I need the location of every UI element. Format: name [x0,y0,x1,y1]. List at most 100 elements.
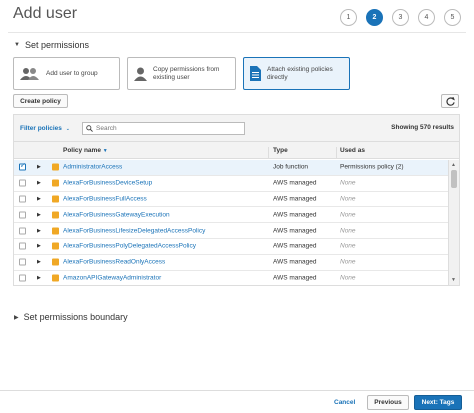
filter-policies-dropdown[interactable]: Filter policies ⌄ [20,125,70,132]
policy-type: AWS managed [273,258,317,266]
refresh-icon [445,96,455,106]
step-indicator: 1 2 3 4 5 [340,9,470,26]
option-attach-policies[interactable]: Attach existing policies directly [243,57,350,90]
policy-type: Job function [273,163,309,171]
option-add-user-to-group-label: Add user to group [46,69,98,77]
policy-icon [52,195,59,203]
policy-icon [52,163,59,171]
table-row[interactable]: ▶ AlexaForBusinessDeviceSetup AWS manage… [14,176,448,192]
previous-button[interactable]: Previous [367,395,409,410]
page-title: Add user [13,5,78,22]
group-icon [20,68,39,80]
policy-icon [52,179,59,187]
table-row[interactable]: ▶ AdministratorAccess Job function Permi… [14,160,448,176]
step-1[interactable]: 1 [340,9,357,26]
scroll-thumb[interactable] [451,170,457,188]
policy-name-link[interactable]: AdministratorAccess [63,164,122,171]
policy-icon [52,227,59,235]
policy-type: AWS managed [273,227,317,235]
col-type[interactable]: Type [273,147,288,154]
create-policy-button[interactable]: Create policy [13,94,68,108]
scroll-up-icon[interactable]: ▲ [451,162,456,168]
policy-table: Filter policies ⌄ Showing 570 results Po… [13,114,460,286]
option-attach-policies-label: Attach existing policies directly [267,65,333,81]
policy-name-link[interactable]: AlexaForBusinessReadOnlyAccess [63,259,165,266]
step-4[interactable]: 4 [418,9,435,26]
caret-right-icon: ▶ [14,314,19,321]
table-row[interactable]: ▶ AlexaForBusinessFullAccess AWS managed… [14,192,448,208]
row-checkbox[interactable] [19,227,26,235]
col-divider [268,147,269,158]
step-2[interactable]: 2 [366,9,383,26]
row-checkbox[interactable] [19,242,26,250]
policy-used-as: None [340,179,356,187]
step-3[interactable]: 3 [392,9,409,26]
expand-arrow-icon[interactable]: ▶ [37,243,41,249]
policy-name-link[interactable]: AlexaForBusinessDeviceSetup [63,180,152,187]
footer-divider [0,390,474,391]
expand-arrow-icon[interactable]: ▶ [37,164,41,170]
policy-type: AWS managed [273,274,317,282]
table-toolbar: Filter policies ⌄ Showing 570 results [14,115,459,142]
set-permissions-title: Set permissions [24,40,89,50]
table-scrollbar[interactable]: ▲ ▼ [448,160,459,285]
expand-arrow-icon[interactable]: ▶ [37,212,41,218]
table-body: ▶ AdministratorAccess Job function Permi… [14,160,448,285]
col-used-as[interactable]: Used as [340,147,365,154]
policy-name-link[interactable]: AlexaForBusinessGatewayExecution [63,211,170,218]
policy-icon [52,274,59,282]
row-checkbox[interactable] [19,195,26,203]
expand-arrow-icon[interactable]: ▶ [37,228,41,234]
scroll-down-icon[interactable]: ▼ [451,277,456,283]
policy-used-as: None [340,227,356,235]
row-checkbox[interactable] [19,162,26,171]
col-divider [336,147,337,158]
policy-used-as: Permissions policy (2) [340,163,404,171]
policy-name-link[interactable]: AlexaForBusinessFullAccess [63,195,147,202]
option-copy-permissions[interactable]: Copy permissions from existing user [127,57,236,90]
expand-arrow-icon[interactable]: ▶ [37,196,41,202]
step-5[interactable]: 5 [444,9,461,26]
row-checkbox[interactable] [19,211,26,219]
row-checkbox[interactable] [19,179,26,187]
table-row[interactable]: ▶ AlexaForBusinessGatewayExecution AWS m… [14,207,448,224]
policy-used-as: None [340,258,356,266]
table-row[interactable]: ▶ AlexaForBusinessLifesizeDelegatedAcces… [14,223,448,239]
option-copy-permissions-label: Copy permissions from existing user [153,65,220,81]
policy-icon [52,211,59,219]
policy-type: AWS managed [273,179,317,187]
policy-name-link[interactable]: AlexaForBusinessLifesizeDelegatedAccessP… [63,227,205,234]
policy-type: AWS managed [273,195,317,203]
col-policy-name-label: Policy name [63,147,101,154]
cancel-button[interactable]: Cancel [334,399,355,406]
expand-arrow-icon[interactable]: ▶ [37,275,41,281]
set-permissions-toggle[interactable]: ▼ Set permissions [14,40,89,50]
document-icon [250,66,261,81]
row-checkbox[interactable] [19,274,26,282]
table-row[interactable]: ▶ AlexaForBusinessPolyDelegatedAccessPol… [14,239,448,255]
next-tags-button[interactable]: Next: Tags [414,395,462,410]
col-policy-name[interactable]: Policy name ▼ [63,147,108,154]
row-checkbox[interactable] [19,258,26,266]
refresh-button[interactable] [441,94,459,108]
expand-arrow-icon[interactable]: ▶ [37,259,41,265]
policy-used-as: None [340,274,356,282]
policy-type: AWS managed [273,211,317,219]
policy-name-link[interactable]: AlexaForBusinessPolyDelegatedAccessPolic… [63,243,196,250]
filter-policies-label: Filter policies [20,125,62,132]
results-count: Showing 570 results [391,124,454,131]
set-boundary-toggle[interactable]: ▶ Set permissions boundary [14,312,128,322]
option-add-user-to-group[interactable]: Add user to group [13,57,120,90]
policy-used-as: None [340,195,356,203]
policy-icon [52,242,59,250]
table-row[interactable]: ▶ AmazonAPIGatewayAdministrator AWS mana… [14,271,448,285]
policy-name-link[interactable]: AmazonAPIGatewayAdministrator [63,274,161,281]
search-icon [86,125,93,132]
search-input[interactable] [96,125,236,132]
policy-used-as: None [340,242,356,250]
chevron-down-icon: ⌄ [65,126,70,132]
expand-arrow-icon[interactable]: ▶ [37,180,41,186]
policy-used-as: None [340,211,356,219]
permission-options: Add user to group Copy permissions from … [13,57,357,90]
table-row[interactable]: ▶ AlexaForBusinessReadOnlyAccess AWS man… [14,255,448,271]
